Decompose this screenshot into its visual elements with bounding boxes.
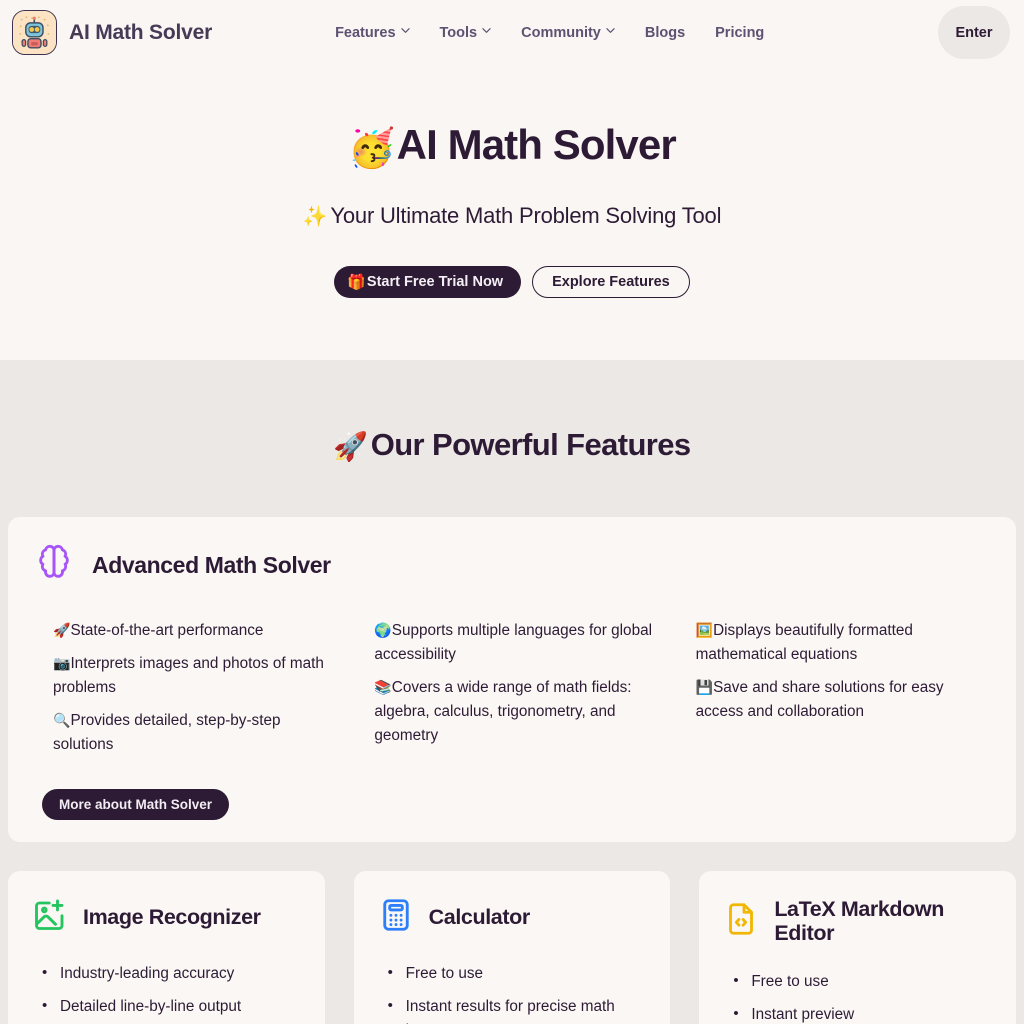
main-nav: Features Tools Community Blogs Pricing xyxy=(335,25,764,41)
brand-name: AI Math Solver xyxy=(69,20,213,44)
calculator-card: Calculator Free to use Instant results f… xyxy=(353,870,671,1024)
nav-label: Blogs xyxy=(644,24,686,41)
globe-emoji: 🌍 xyxy=(374,621,392,638)
file-code-icon xyxy=(723,901,759,942)
card-title: LaTeX Markdown Editor xyxy=(774,896,944,946)
card-header: Advanced Math Solver xyxy=(34,543,990,588)
nav-item-tools[interactable]: Tools xyxy=(440,25,492,41)
page-title: 🥳AI Math Solver xyxy=(0,121,1024,171)
card-title: Advanced Math Solver xyxy=(92,551,331,578)
robot-avatar-icon xyxy=(12,10,57,55)
feature-line: 📚Covers a wide range of math fields: alg… xyxy=(374,675,663,748)
card-title: Image Recognizer xyxy=(83,904,261,929)
list-item: Instant preview xyxy=(731,1002,992,1024)
hero-section: 🥳AI Math Solver ✨ Your Ultimate Math Prob… xyxy=(0,65,1024,360)
nav-item-features[interactable]: Features xyxy=(335,24,410,41)
feature-text: State-of-the-art performance xyxy=(70,621,264,639)
chevron-down-icon xyxy=(482,26,491,35)
start-free-trial-button[interactable]: 🎁 Start Free Trial Now xyxy=(334,265,522,298)
brain-icon xyxy=(34,543,74,588)
sparkles-emoji: ✨ xyxy=(302,205,328,228)
feature-column-1: 🚀State-of-the-art performance 📷Interpret… xyxy=(53,618,342,757)
feature-text: Save and share solutions for easy access… xyxy=(695,678,944,720)
feature-columns: 🚀State-of-the-art performance 📷Interpret… xyxy=(34,618,990,757)
feature-text: Displays beautifully formatted mathemati… xyxy=(695,621,913,663)
feature-line: 🚀State-of-the-art performance xyxy=(53,618,342,643)
nav-item-pricing[interactable]: Pricing xyxy=(715,25,764,41)
more-about-math-solver-button[interactable]: More about Math Solver xyxy=(42,788,230,820)
feature-column-3: 🖼️Displays beautifully formatted mathema… xyxy=(696,618,985,757)
magnifier-emoji: 🔍 xyxy=(53,711,71,728)
feature-line: 🔍Provides detailed, step-by-step solutio… xyxy=(53,708,342,757)
books-emoji: 📚 xyxy=(374,678,392,695)
card-header: LaTeX Markdown Editor xyxy=(723,897,992,947)
chevron-down-icon xyxy=(606,26,615,35)
image-recognizer-card: Image Recognizer Industry-leading accura… xyxy=(8,870,325,1024)
feature-text: Interprets images and photos of math pro… xyxy=(53,654,324,696)
features-heading: 🚀Our Powerful Features xyxy=(8,360,1016,463)
nav-label: Features xyxy=(335,24,396,41)
nav-label: Pricing xyxy=(715,24,765,41)
features-heading-text: Our Powerful Features xyxy=(370,426,691,462)
party-face-emoji: 🥳 xyxy=(348,128,395,170)
feature-line: 💾Save and share solutions for easy acces… xyxy=(696,675,985,724)
feature-text: Covers a wide range of math fields: alge… xyxy=(374,678,632,744)
bullet-list: Free to use Instant preview Rich LaTeX a… xyxy=(723,969,992,1024)
image-plus-icon xyxy=(32,897,68,938)
nav-item-community[interactable]: Community xyxy=(521,25,615,41)
card-header: Calculator xyxy=(378,897,647,938)
rocket-emoji: 🚀 xyxy=(333,430,368,462)
calculator-icon xyxy=(378,897,414,938)
hero-subtitle-text: Your Ultimate Math Problem Solving Tool xyxy=(330,202,722,228)
feature-line: 🖼️Displays beautifully formatted mathema… xyxy=(696,618,985,667)
list-item: Free to use xyxy=(731,969,992,994)
start-free-trial-label: Start Free Trial Now xyxy=(366,273,504,290)
card-title: Calculator xyxy=(428,904,531,929)
nav-label: Community xyxy=(521,24,601,41)
feature-text: Provides detailed, step-by-step solution… xyxy=(53,711,281,753)
feature-line: 📷Interprets images and photos of math pr… xyxy=(53,651,342,700)
explore-features-button[interactable]: Explore Features xyxy=(532,265,690,298)
page-title-text: AI Math Solver xyxy=(396,121,677,168)
chevron-down-icon xyxy=(400,26,410,35)
enter-button[interactable]: Enter xyxy=(938,6,1010,59)
feature-line: 🌍Supports multiple languages for global … xyxy=(374,618,663,667)
features-section: 🚀Our Powerful Features Advanced Math Sol… xyxy=(0,359,1024,1024)
feature-text: Supports multiple languages for global a… xyxy=(374,621,652,663)
nav-item-blogs[interactable]: Blogs xyxy=(645,25,685,41)
camera-emoji: 📷 xyxy=(53,654,71,671)
site-header: AI Math Solver Features Tools Community … xyxy=(0,0,1024,65)
list-item: Instant results for precise math input xyxy=(386,994,647,1024)
nav-label: Tools xyxy=(439,24,478,41)
feature-column-2: 🌍Supports multiple languages for global … xyxy=(374,618,663,757)
list-item: Free to use xyxy=(386,961,647,986)
list-item: Industry-leading accuracy xyxy=(40,961,301,986)
latex-markdown-editor-card: LaTeX Markdown Editor Free to use Instan… xyxy=(699,870,1016,1024)
list-item: Detailed line-by-line output xyxy=(40,994,301,1019)
advanced-math-solver-card: Advanced Math Solver 🚀State-of-the-art p… xyxy=(8,516,1016,842)
bullet-list: Free to use Instant results for precise … xyxy=(378,961,647,1024)
card-header: Image Recognizer xyxy=(32,897,301,938)
hero-subtitle: ✨ Your Ultimate Math Problem Solving Tool xyxy=(0,203,1024,229)
bullet-list: Industry-leading accuracy Detailed line-… xyxy=(32,961,301,1024)
brand-logo-link[interactable]: AI Math Solver xyxy=(12,10,212,55)
rocket-emoji: 🚀 xyxy=(53,621,71,638)
feature-cards-grid: Image Recognizer Industry-leading accura… xyxy=(8,870,1016,1024)
floppy-disk-emoji: 💾 xyxy=(695,678,714,695)
hero-cta-row: 🎁 Start Free Trial Now Explore Features xyxy=(0,265,1024,298)
picture-emoji: 🖼️ xyxy=(695,621,714,638)
gift-emoji: 🎁 xyxy=(347,273,366,291)
